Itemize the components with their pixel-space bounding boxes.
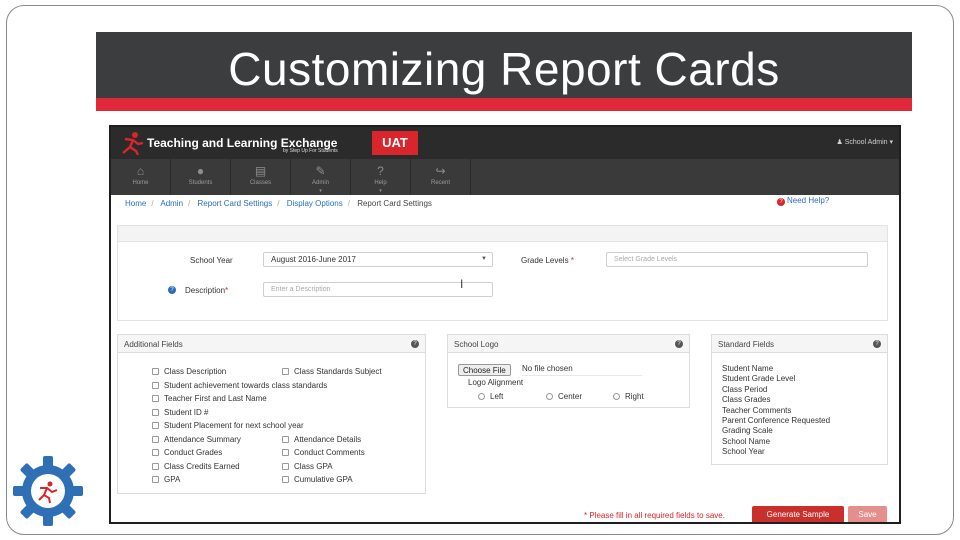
checkbox-class-gpa[interactable]: Class GPA xyxy=(282,462,333,471)
wrench-icon: ✎ xyxy=(315,164,326,178)
checkbox-attendance-details[interactable]: Attendance Details xyxy=(282,435,361,444)
standard-field-item: School Name xyxy=(722,437,771,446)
school-year-select[interactable]: August 2016-June 2017 ▼ xyxy=(263,252,493,267)
panel-header: Standard Fields? xyxy=(712,335,887,353)
gear-logo-icon xyxy=(13,456,83,526)
top-bar: Teaching and Learning Exchange by Step U… xyxy=(111,127,899,159)
caret-down-icon: ▼ xyxy=(481,256,487,262)
checkbox-class-credits[interactable]: Class Credits Earned xyxy=(152,462,240,471)
checkbox-class-standards-subject[interactable]: Class Standards Subject xyxy=(282,367,382,376)
breadcrumb-display-options[interactable]: Display Options xyxy=(287,199,343,208)
app-brand-sub: by Step Up For Students xyxy=(283,148,338,154)
user-menu[interactable]: ♟ School Admin ▾ xyxy=(836,138,893,146)
description-input[interactable]: Enter a Description xyxy=(263,282,493,297)
standard-field-item: Class Grades xyxy=(722,395,771,404)
nav-classes[interactable]: ▤ Classes xyxy=(231,159,291,195)
user-icon: ♟ xyxy=(836,139,845,146)
standard-field-item: Parent Conference Requested xyxy=(722,416,831,425)
nav-help[interactable]: ? Help ▾ xyxy=(351,159,411,195)
panel-title: Standard Fields xyxy=(718,340,775,349)
user-icon: ● xyxy=(196,164,205,178)
share-icon: ↪ xyxy=(435,164,446,178)
standard-fields-panel: Standard Fields? Student Name Student Gr… xyxy=(711,334,888,465)
nav-recent[interactable]: ↪ Recent xyxy=(411,159,471,195)
radio-left[interactable]: Left xyxy=(478,392,503,401)
checkbox-conduct-comments[interactable]: Conduct Comments xyxy=(282,448,365,457)
description-label: Description* xyxy=(185,286,229,295)
main-nav: ⌂ Home ● Students ▤ Classes ✎ Admin ▾ ? … xyxy=(111,159,899,195)
home-icon: ⌂ xyxy=(136,164,145,178)
question-icon[interactable]: ? xyxy=(873,340,881,348)
save-button[interactable]: Save xyxy=(848,506,887,522)
info-icon[interactable]: ? xyxy=(168,286,176,294)
checkbox-gpa[interactable]: GPA xyxy=(152,475,180,484)
nav-home[interactable]: ⌂ Home xyxy=(111,159,171,195)
question-icon[interactable]: ? xyxy=(675,340,683,348)
radio-center[interactable]: Center xyxy=(546,392,582,401)
standard-field-item: Class Period xyxy=(722,385,768,394)
standard-field-item: Teacher Comments xyxy=(722,406,792,415)
panel-header: School Logo? xyxy=(448,335,689,353)
title-banner: Customizing Report Cards xyxy=(96,32,912,111)
panel-title: Additional Fields xyxy=(124,340,183,349)
nav-admin[interactable]: ✎ Admin ▾ xyxy=(291,159,351,195)
school-year-label: School Year xyxy=(190,256,233,265)
school-logo-panel: School Logo? Choose File No file chosen … xyxy=(447,334,690,408)
nav-label: Recent xyxy=(430,180,450,186)
chevron-down-icon: ▾ xyxy=(379,188,382,194)
grade-levels-select[interactable]: Select Grade Levels xyxy=(606,252,868,267)
generate-sample-button[interactable]: Generate Sample xyxy=(752,506,844,522)
checkbox-attendance-summary[interactable]: Attendance Summary xyxy=(152,435,241,444)
question-icon: ? xyxy=(377,164,384,178)
chevron-down-icon: ▾ xyxy=(319,188,322,194)
file-status: No file chosen xyxy=(522,364,642,376)
chevron-down-icon: ▾ xyxy=(887,139,893,146)
breadcrumb-admin[interactable]: Admin xyxy=(160,199,183,208)
choose-file-button[interactable]: Choose File xyxy=(458,364,511,376)
breadcrumb-home[interactable]: Home xyxy=(125,199,146,208)
checkbox-student-placement[interactable]: Student Placement for next school year xyxy=(152,421,304,430)
user-menu-label: School Admin xyxy=(844,139,888,146)
checkbox-teacher-name[interactable]: Teacher First and Last Name xyxy=(152,394,267,403)
form-header xyxy=(118,226,887,242)
radio-right[interactable]: Right xyxy=(613,392,644,401)
checkbox-student-id[interactable]: Student ID # xyxy=(152,408,208,417)
standard-field-item: Grading Scale xyxy=(722,426,773,435)
question-icon: ? xyxy=(777,198,785,206)
nav-label: Classes xyxy=(249,180,272,186)
standard-field-item: School Year xyxy=(722,447,765,456)
breadcrumb: Home / Admin / Report Card Settings / Displ… xyxy=(125,199,432,208)
nav-label: Students xyxy=(188,180,213,186)
panel-title: School Logo xyxy=(454,340,499,349)
need-help-link[interactable]: ? Need Help? xyxy=(777,196,829,206)
app-screenshot: Teaching and Learning Exchange by Step U… xyxy=(109,125,901,524)
grade-levels-label: Grade Levels * xyxy=(521,256,574,265)
additional-fields-panel: Additional Fields? Class Description Stu… xyxy=(117,334,426,494)
nav-label: Help xyxy=(374,180,387,186)
checkbox-student-achievement[interactable]: Student achievement towards class standa… xyxy=(152,381,327,390)
book-icon: ▤ xyxy=(254,164,267,178)
slide-title: Customizing Report Cards xyxy=(228,43,780,95)
logo-alignment-label: Logo Alignment xyxy=(468,378,524,387)
checkbox-cumulative-gpa[interactable]: Cumulative GPA xyxy=(282,475,353,484)
runner-logo-icon xyxy=(122,132,144,155)
breadcrumb-report-card-settings[interactable]: Report Card Settings xyxy=(198,199,273,208)
text-cursor-icon: I xyxy=(460,277,464,291)
checkbox-class-description[interactable]: Class Description xyxy=(152,367,226,376)
school-year-value: August 2016-June 2017 xyxy=(271,255,356,264)
env-badge: UAT xyxy=(372,131,418,155)
required-fields-note: * Please fill in all required fields to … xyxy=(584,511,725,520)
checkbox-conduct-grades[interactable]: Conduct Grades xyxy=(152,448,222,457)
nav-students[interactable]: ● Students xyxy=(171,159,231,195)
nav-label: Home xyxy=(132,180,149,186)
standard-field-item: Student Grade Level xyxy=(722,374,796,383)
standard-field-item: Student Name xyxy=(722,364,774,373)
banner-stripe xyxy=(96,98,912,111)
settings-form: School Year August 2016-June 2017 ▼ Grad… xyxy=(117,225,888,321)
breadcrumb-current: Report Card Settings xyxy=(357,199,432,208)
nav-label: Admin xyxy=(311,180,329,186)
need-help-label: Need Help? xyxy=(787,196,830,205)
panel-header: Additional Fields? xyxy=(118,335,425,353)
question-icon[interactable]: ? xyxy=(411,340,419,348)
